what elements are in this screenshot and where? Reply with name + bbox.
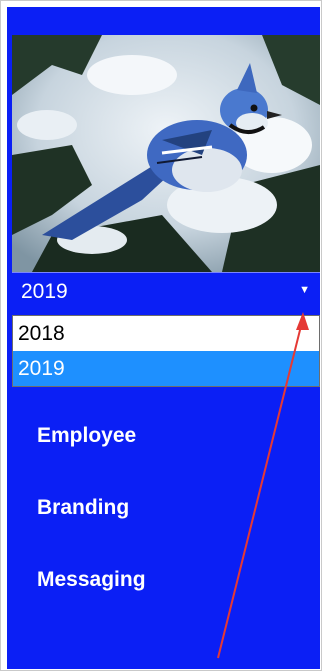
caret-down-icon[interactable]: ▼ bbox=[299, 284, 310, 296]
nav-item-employee[interactable]: Employee bbox=[7, 402, 320, 474]
year-select[interactable]: 2019 ▼ bbox=[12, 272, 320, 315]
year-select-value: 2019 bbox=[21, 280, 68, 303]
year-option-2018[interactable]: 2018 bbox=[13, 316, 319, 351]
sidebar-nav: Employee Branding Messaging bbox=[7, 402, 320, 618]
sidebar: 2019 ▼ 2018 2019 Employee Branding Messa… bbox=[7, 7, 320, 669]
year-options-list: 2018 2019 bbox=[12, 315, 320, 387]
blue-jay-photo bbox=[12, 35, 320, 272]
nav-item-messaging[interactable]: Messaging bbox=[7, 546, 320, 618]
nav-item-branding[interactable]: Branding bbox=[7, 474, 320, 546]
year-option-2019[interactable]: 2019 bbox=[13, 351, 319, 386]
